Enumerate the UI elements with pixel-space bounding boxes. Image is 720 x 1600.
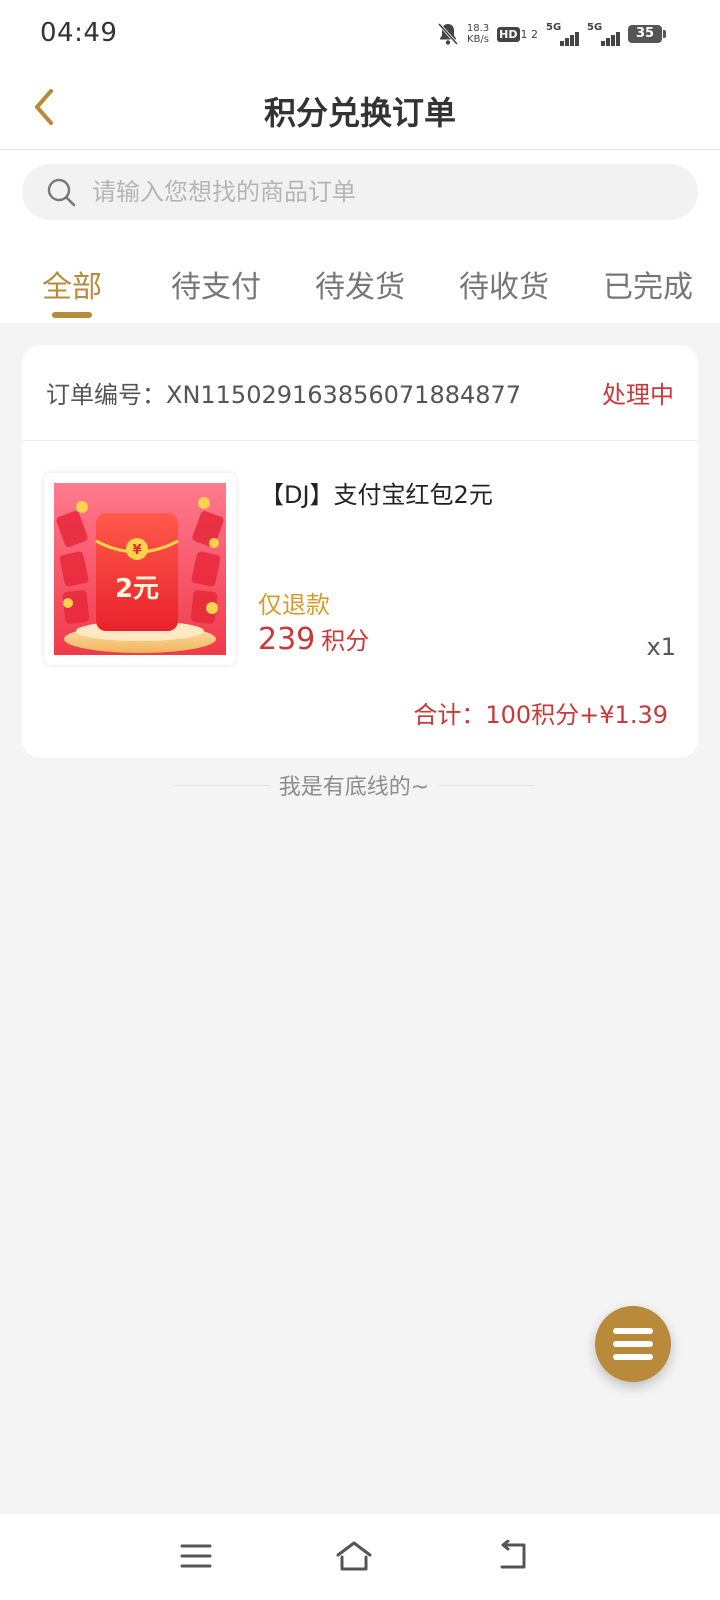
search-bar: [0, 150, 720, 240]
order-number: 订单编号：XN115029163856071884877: [46, 375, 521, 410]
status-time: 04:49: [40, 18, 118, 48]
red-packet-image: ¥ 2元: [54, 483, 226, 655]
battery-icon: 35: [628, 25, 666, 43]
hd-label: HD: [497, 26, 520, 42]
order-tabs: 全部 待支付 待发货 待收货 已完成: [0, 240, 720, 323]
nav-home-button[interactable]: [330, 1532, 378, 1580]
order-header: 订单编号：XN115029163856071884877 处理中: [22, 345, 698, 441]
status-bar: 04:49 18.3 KB/s HD 1 2 5G 5G 35: [0, 0, 720, 68]
search-input[interactable]: [92, 178, 698, 206]
net-speed: 18.3 KB/s: [467, 23, 489, 45]
page-title: 积分兑换订单: [263, 94, 456, 132]
tab-pending-payment[interactable]: 待支付: [144, 240, 288, 323]
price-unit: 积分: [321, 627, 370, 655]
order-card[interactable]: 订单编号：XN115029163856071884877 处理中 ¥ 2元 【D…: [22, 345, 698, 758]
order-number-label: 订单编号：: [46, 381, 166, 409]
price-value: 239: [258, 622, 316, 657]
bell-off-icon: [437, 22, 459, 46]
product-item[interactable]: ¥ 2元 【DJ】支付宝红包2元 仅退款 239 积分 x1 合计：100积分+…: [22, 441, 698, 758]
back-icon: [500, 1540, 526, 1569]
tab-all[interactable]: 全部: [0, 240, 144, 323]
search-icon: [46, 176, 78, 208]
product-quantity: x1: [646, 633, 676, 661]
status-icons: 18.3 KB/s HD 1 2 5G 5G 35: [437, 20, 666, 48]
tab-pending-shipment[interactable]: 待发货: [288, 240, 432, 323]
menu-icon-bar: [613, 1354, 653, 1360]
signal-label: 5G: [546, 22, 562, 33]
product-image: ¥ 2元: [44, 473, 236, 665]
header: 积分兑换订单: [0, 68, 720, 150]
nav-menu-button[interactable]: [172, 1532, 220, 1580]
divider: [439, 784, 534, 786]
coin-symbol: ¥: [132, 543, 141, 558]
end-of-list-text: 我是有底线的~: [278, 775, 430, 800]
order-status: 处理中: [602, 381, 674, 409]
product-name: 【DJ】支付宝红包2元: [260, 481, 493, 509]
order-number-value: XN115029163856071884877: [166, 381, 522, 409]
refund-tag: 仅退款: [258, 591, 330, 619]
packet-amount: 2元: [115, 574, 159, 604]
tab-pending-receipt[interactable]: 待收货: [432, 240, 576, 323]
signal-icon: 5G: [587, 22, 620, 46]
search-box[interactable]: [22, 164, 698, 220]
divider: [174, 784, 269, 786]
menu-icon-bar: [613, 1341, 653, 1347]
product-price: 239 积分: [258, 621, 369, 657]
tab-completed[interactable]: 已完成: [576, 240, 720, 323]
signal-icon: 5G: [546, 22, 579, 46]
system-nav-bar: [0, 1514, 720, 1600]
menu-icon: [180, 1544, 212, 1568]
hd-icon: HD 1 2: [497, 26, 539, 42]
order-total: 合计：100积分+¥1.39: [413, 701, 668, 729]
hd-sims: 1 2: [520, 27, 539, 41]
menu-fab-button[interactable]: [595, 1306, 671, 1382]
net-speed-value: 18.3: [466, 23, 490, 34]
home-icon: [336, 1541, 372, 1571]
nav-back-button[interactable]: [488, 1532, 536, 1580]
net-speed-unit: KB/s: [467, 34, 490, 45]
end-of-list: 我是有底线的~: [174, 768, 534, 802]
signal-label: 5G: [587, 22, 603, 33]
menu-icon-bar: [613, 1328, 653, 1334]
